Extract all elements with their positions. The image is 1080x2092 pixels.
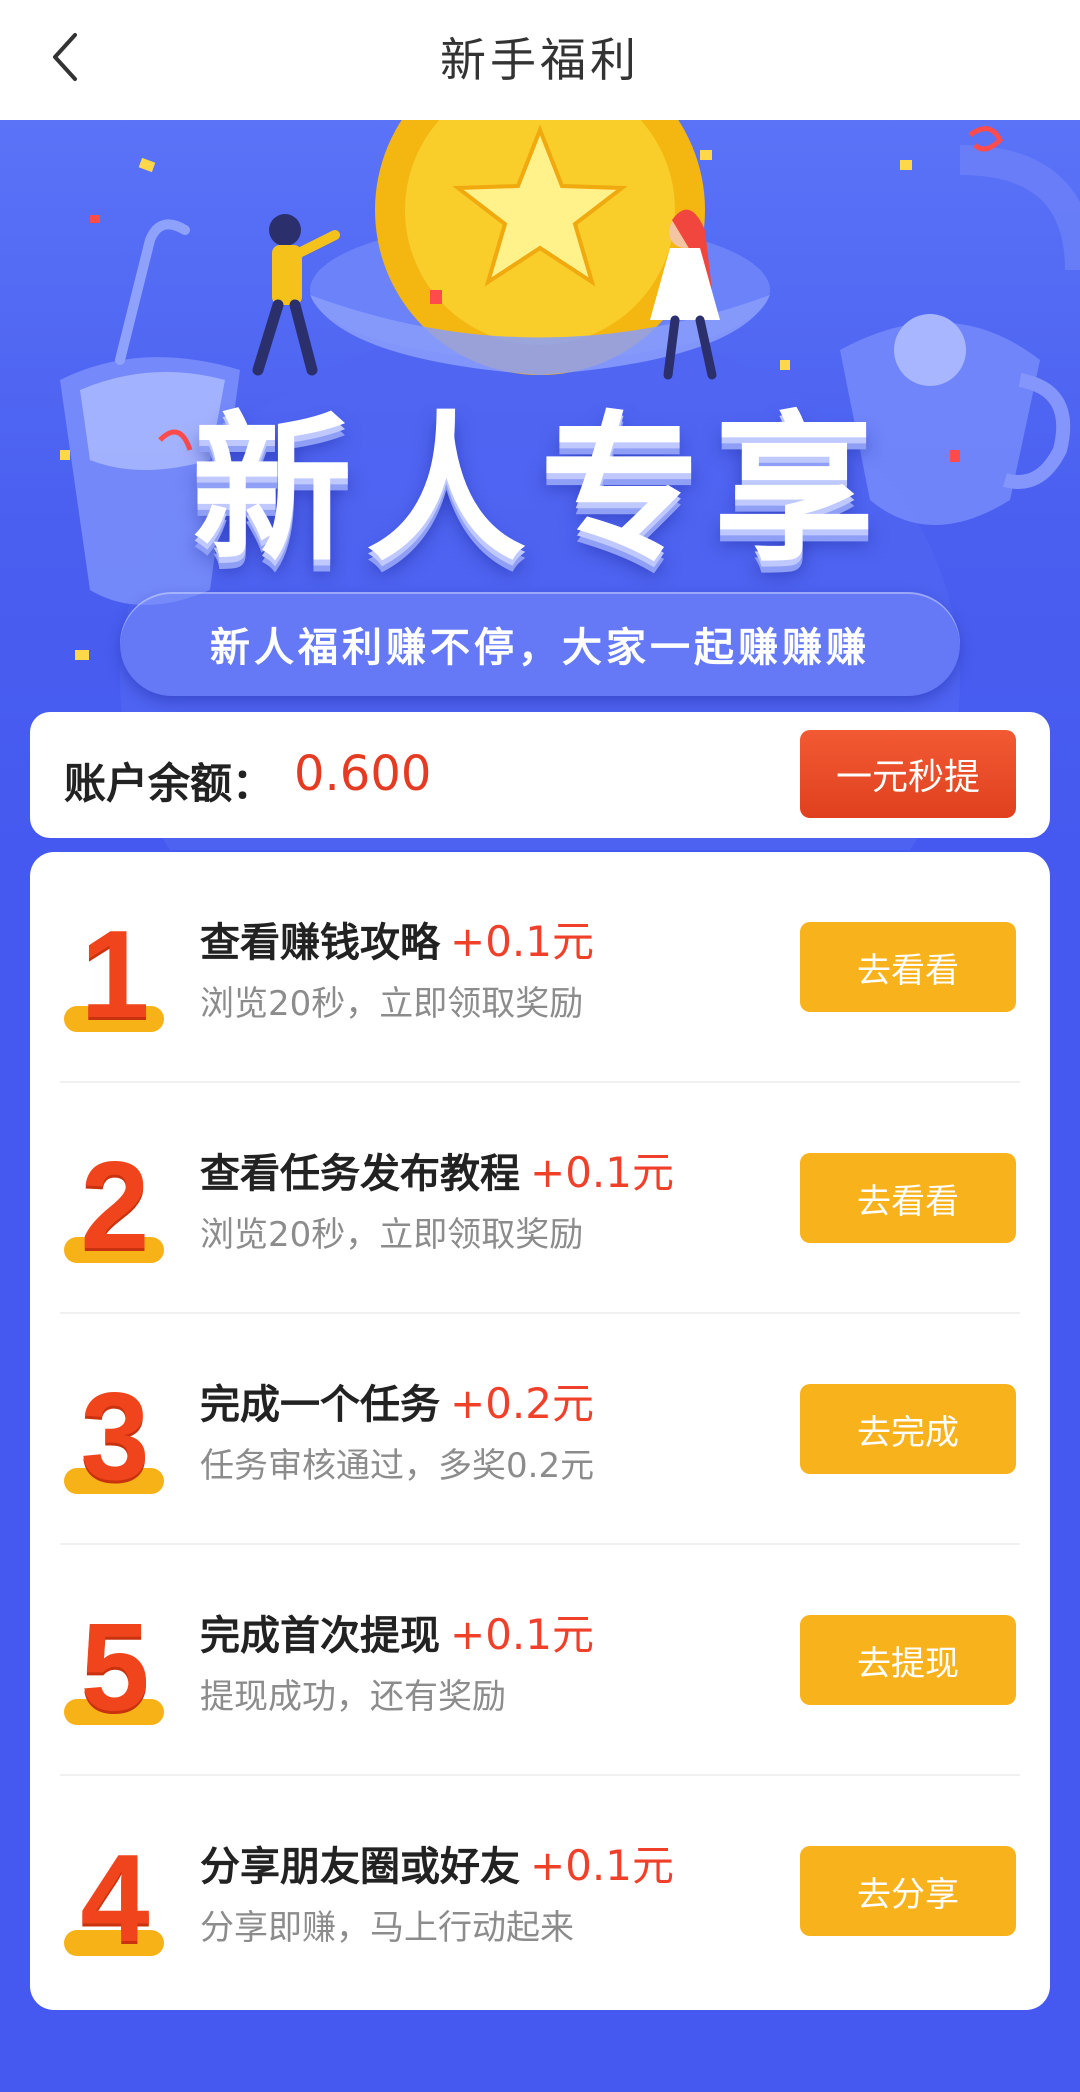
task-description: 提现成功，还有奖励 bbox=[200, 1677, 506, 1717]
rank-badge: 4 bbox=[60, 1830, 170, 1968]
banner-title: 新人专享 bbox=[191, 396, 888, 583]
task-action-button[interactable]: 去看看 bbox=[800, 922, 1016, 1012]
task-action-button[interactable]: 去分享 bbox=[800, 1846, 1016, 1936]
task-action-button[interactable]: 去完成 bbox=[800, 1384, 1016, 1474]
task-title-text: 查看赚钱攻略 bbox=[200, 920, 440, 966]
task-title-text: 完成一个任务 bbox=[200, 1382, 440, 1428]
task-title: 查看赚钱攻略 +0.1元 bbox=[200, 908, 594, 969]
rank-badge: 3 bbox=[60, 1368, 170, 1506]
page-title: 新手福利 bbox=[440, 33, 640, 87]
task-action-button[interactable]: 去提现 bbox=[800, 1615, 1016, 1705]
rank-badge: 2 bbox=[60, 1137, 170, 1275]
task-title-text: 完成首次提现 bbox=[200, 1613, 440, 1659]
task-title-text: 查看任务发布教程 bbox=[200, 1151, 520, 1197]
rank-number: 1 bbox=[80, 906, 150, 1044]
list-item: 5 完成首次提现 +0.1元 提现成功，还有奖励 去提现 bbox=[30, 1545, 1050, 1776]
top-navigation-bar: 新手福利 bbox=[0, 0, 1080, 121]
task-reward: +0.1元 bbox=[530, 1148, 674, 1197]
task-reward: +0.1元 bbox=[530, 1841, 674, 1890]
task-action-button[interactable]: 去看看 bbox=[800, 1153, 1016, 1243]
rank-number: 4 bbox=[80, 1830, 150, 1968]
task-reward: +0.1元 bbox=[450, 1610, 594, 1659]
balance-label: 账户余额： bbox=[64, 759, 275, 808]
task-title: 分享朋友圈或好友 +0.1元 bbox=[200, 1832, 674, 1893]
banner-subtitle: 新人福利赚不停，大家一起赚赚赚 bbox=[120, 592, 960, 696]
task-description: 分享即赚，马上行动起来 bbox=[200, 1908, 574, 1948]
task-description: 浏览20秒，立即领取奖励 bbox=[200, 984, 584, 1024]
list-item: 1 查看赚钱攻略 +0.1元 浏览20秒，立即领取奖励 去看看 bbox=[30, 852, 1050, 1083]
rank-number: 5 bbox=[80, 1599, 150, 1737]
task-title: 完成首次提现 +0.1元 bbox=[200, 1601, 594, 1662]
task-reward: +0.1元 bbox=[450, 917, 594, 966]
balance-card: 账户余额： 0.600 一元秒提 bbox=[30, 712, 1050, 838]
list-item: 3 完成一个任务 +0.2元 任务审核通过，多奖0.2元 去完成 bbox=[30, 1314, 1050, 1545]
task-list: 1 查看赚钱攻略 +0.1元 浏览20秒，立即领取奖励 去看看 2 查看任务发布教… bbox=[30, 852, 1050, 2010]
balance-value: 0.600 bbox=[294, 746, 432, 802]
list-item: 4 分享朋友圈或好友 +0.1元 分享即赚，马上行动起来 去分享 bbox=[30, 1776, 1050, 2007]
list-item: 2 查看任务发布教程 +0.1元 浏览20秒，立即领取奖励 去看看 bbox=[30, 1083, 1050, 1314]
rank-number: 3 bbox=[80, 1368, 150, 1506]
rank-badge: 1 bbox=[60, 906, 170, 1044]
task-title: 查看任务发布教程 +0.1元 bbox=[200, 1139, 674, 1200]
rank-number: 2 bbox=[80, 1137, 150, 1275]
task-title-text: 分享朋友圈或好友 bbox=[200, 1844, 520, 1890]
task-title: 完成一个任务 +0.2元 bbox=[200, 1370, 594, 1431]
task-description: 浏览20秒，立即领取奖励 bbox=[200, 1215, 584, 1255]
task-description: 任务审核通过，多奖0.2元 bbox=[200, 1446, 595, 1486]
task-reward: +0.2元 bbox=[450, 1379, 594, 1428]
rank-badge: 5 bbox=[60, 1599, 170, 1737]
withdraw-button[interactable]: 一元秒提 bbox=[800, 730, 1016, 818]
